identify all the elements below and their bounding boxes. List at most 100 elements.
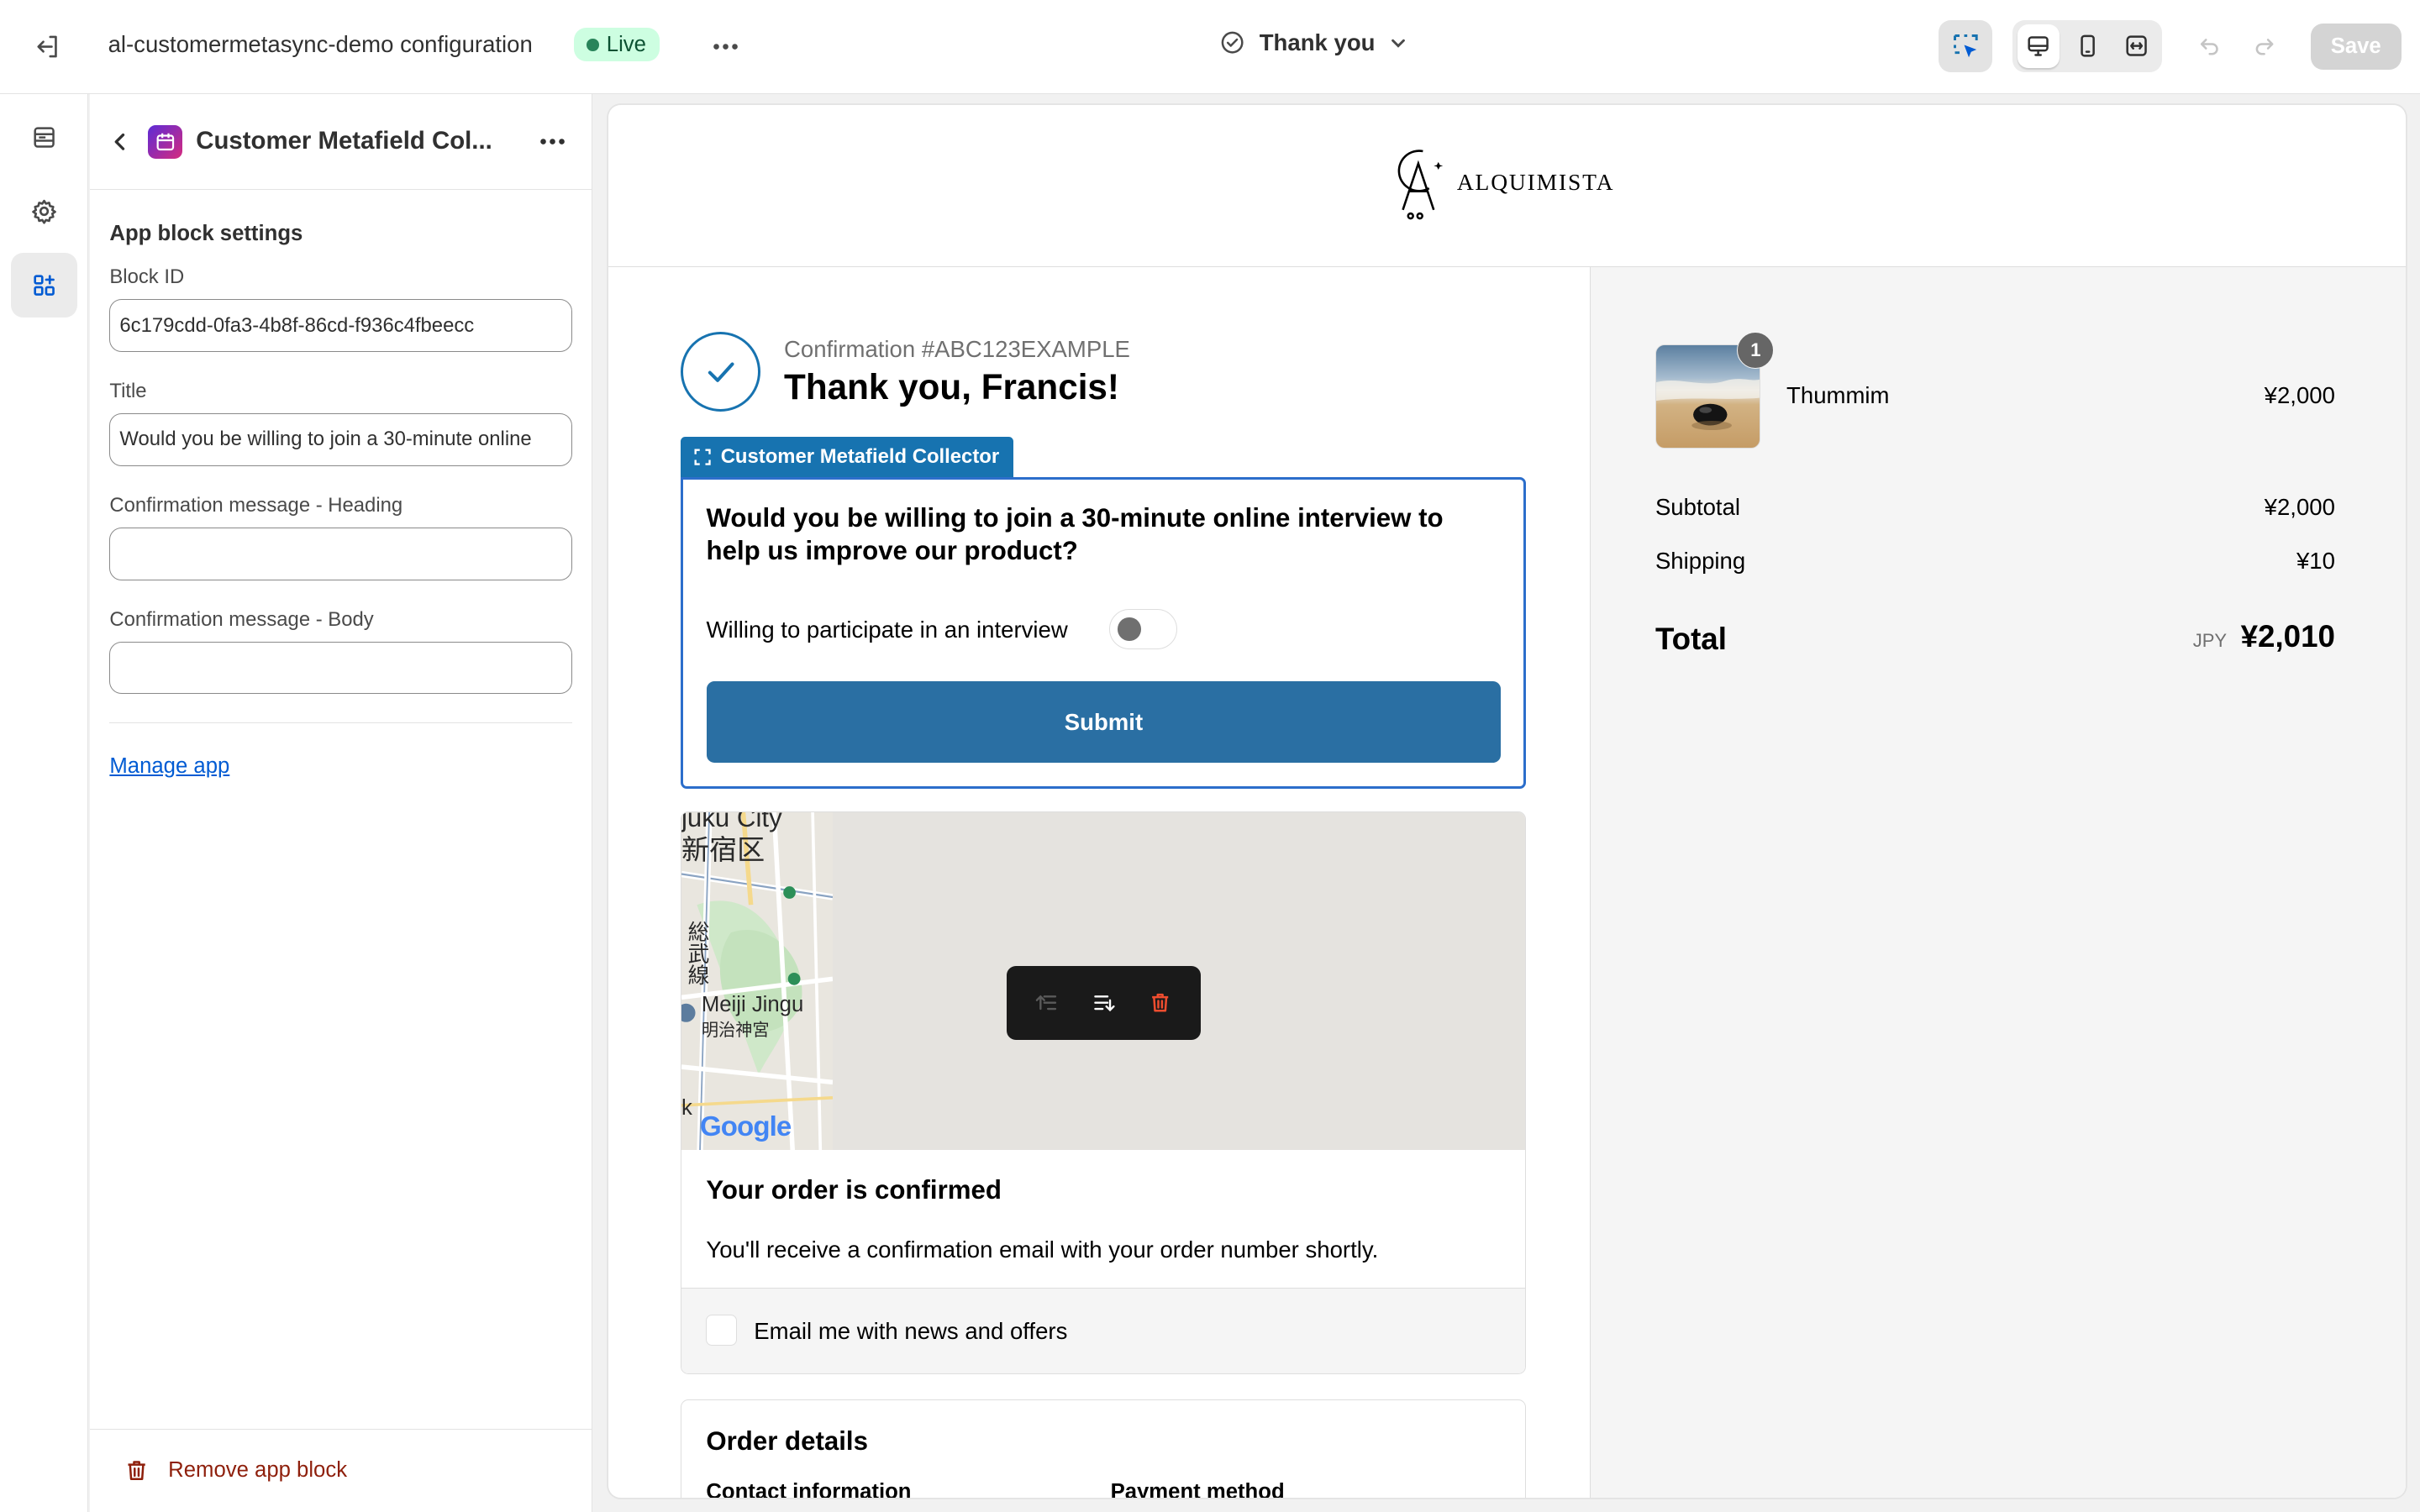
panel-title: Customer Metafield Col... — [196, 126, 492, 155]
map-label-place: Meiji Jingu — [701, 992, 804, 1016]
product-price: ¥2,000 — [2264, 382, 2335, 409]
newsletter-checkbox[interactable] — [706, 1315, 738, 1346]
interview-toggle[interactable] — [1108, 608, 1177, 649]
settings-panel: Customer Metafield Col... App block sett… — [89, 94, 593, 1512]
alquimista-logo-icon — [1397, 150, 1444, 220]
customer-metafield-collector-block[interactable]: Would you be willing to join a 30-minute… — [680, 476, 1527, 789]
heading-label: Confirmation message - Heading — [109, 493, 403, 517]
top-bar: al-customermetasync-demo configuration L… — [0, 0, 2420, 95]
total-label: Total — [1655, 622, 1727, 657]
theme-settings-nav-button[interactable] — [11, 179, 77, 244]
map-label-place-jp: 明治神宮 — [701, 1021, 770, 1040]
quantity-badge: 1 — [1737, 331, 1775, 369]
payment-method-heading: Payment method — [1110, 1480, 1285, 1499]
navigation-rail — [0, 94, 88, 1512]
body-label: Confirmation message - Body — [109, 607, 374, 631]
more-options-icon[interactable] — [534, 125, 571, 159]
mobile-view-button[interactable] — [2066, 24, 2109, 67]
remove-app-block-button[interactable]: Remove app block — [124, 1457, 347, 1483]
more-actions-icon[interactable] — [704, 28, 747, 65]
newsletter-label: Email me with news and offers — [754, 1317, 1068, 1344]
gear-icon — [31, 199, 56, 224]
divider — [109, 722, 573, 724]
app-logo-icon — [148, 124, 182, 160]
desktop-view-button[interactable] — [2017, 24, 2060, 68]
title-label: Title — [109, 379, 147, 402]
selected-block-tag-label: Customer Metafield Collector — [720, 444, 1000, 468]
apps-nav-button[interactable] — [10, 253, 77, 318]
order-details-heading: Order details — [706, 1426, 868, 1457]
apps-icon — [34, 275, 55, 297]
desktop-icon — [2028, 36, 2049, 57]
panel-header: Customer Metafield Col... — [89, 94, 593, 190]
move-up-icon[interactable] — [1034, 990, 1059, 1015]
total-amount: JPY ¥2,010 — [2193, 619, 2335, 654]
currency-code: JPY — [2192, 629, 2228, 651]
brand-name: ALQUIMISTA — [1456, 168, 1615, 195]
map-label-ward: 新宿区 — [681, 835, 765, 867]
subtotal-label: Subtotal — [1655, 493, 1741, 520]
map-label-line: 総武線 — [684, 920, 708, 985]
order-status-main: Confirmation #ABC123EXAMPLE Thank you, F… — [608, 267, 1590, 1499]
move-down-icon[interactable] — [1092, 990, 1116, 1015]
device-switcher — [2012, 19, 2163, 73]
newsletter-row: Email me with news and offers — [681, 1287, 1526, 1374]
live-dot-icon — [586, 38, 599, 51]
body-input[interactable] — [109, 642, 573, 695]
title-input[interactable]: Would you be willing to join a 30-minute… — [109, 413, 573, 466]
subtotal-value: ¥2,000 — [2264, 493, 2335, 520]
shipping-label: Shipping — [1655, 548, 1746, 574]
delete-block-icon[interactable] — [1148, 990, 1172, 1015]
remove-app-block-label: Remove app block — [168, 1457, 348, 1482]
total-value: ¥2,010 — [2240, 618, 2335, 654]
shipping-value: ¥10 — [2296, 548, 2335, 574]
order-confirmed-heading: Your order is confirmed — [706, 1174, 1002, 1205]
block-select-icon — [694, 449, 712, 465]
block-id-label: Block ID — [109, 265, 185, 288]
manage-app-link[interactable]: Manage app — [109, 754, 229, 779]
check-circle-icon — [1221, 31, 1244, 54]
google-attribution: Google — [700, 1111, 792, 1143]
inspector-toggle-button[interactable] — [1938, 19, 1993, 73]
full-width-icon — [2126, 35, 2147, 57]
chevron-down-icon — [1392, 39, 1405, 48]
exit-icon[interactable] — [28, 26, 68, 66]
shop-header: ALQUIMISTA — [608, 105, 2407, 267]
section-heading: App block settings — [109, 222, 303, 246]
order-details-card: Order details Contact information Paymen… — [680, 1399, 1527, 1499]
order-summary: 1 Thummim ¥2,000 Subtotal ¥2,000 Shippin… — [1589, 266, 2407, 1499]
interview-toggle-label: Willing to participate in an interview — [706, 616, 1068, 643]
sections-nav-button[interactable] — [11, 105, 77, 170]
toggle-knob — [1118, 617, 1141, 641]
selected-block-tag[interactable]: Customer Metafield Collector — [680, 436, 1013, 477]
heading-input[interactable] — [109, 528, 573, 580]
redo-icon[interactable] — [2249, 31, 2280, 62]
back-arrow-icon[interactable] — [105, 127, 136, 158]
configuration-title: al-customermetasync-demo configuration — [108, 30, 533, 57]
editor-app: al-customermetasync-demo configuration L… — [0, 0, 2420, 1512]
template-selector[interactable]: Thank you — [1219, 29, 1407, 56]
confirmation-number: Confirmation #ABC123EXAMPLE — [784, 336, 1130, 363]
preview-canvas: ALQUIMISTA Confirmation #ABC123EXAMPLE T… — [608, 104, 2407, 1499]
thank-you-heading: Thank you, Francis! — [784, 367, 1119, 407]
live-badge-label: Live — [606, 32, 646, 56]
trash-icon — [128, 1461, 145, 1480]
order-confirmed-body: You'll receive a confirmation email with… — [706, 1236, 1379, 1263]
map-label-k: k — [681, 1096, 692, 1121]
undo-icon[interactable] — [2195, 31, 2226, 62]
interview-question: Would you be willing to join a 30-minute… — [706, 503, 1444, 565]
submit-button[interactable]: Submit — [706, 681, 1502, 764]
panel-footer: Remove app block — [89, 1428, 593, 1512]
template-name: Thank you — [1259, 29, 1376, 55]
order-confirmed-card: juku City 新宿区 総武線 Meiji Jingu 明治神宮 k Goo… — [680, 811, 1527, 1375]
confirmation-check-icon — [680, 331, 761, 412]
mobile-icon — [2080, 35, 2095, 58]
block-toolbar — [1006, 965, 1201, 1040]
shop-logo: ALQUIMISTA — [1389, 142, 1614, 223]
live-badge: Live — [574, 28, 660, 62]
map-tiles: juku City 新宿区 総武線 Meiji Jingu 明治神宮 k Goo… — [681, 812, 833, 1151]
save-button[interactable]: Save — [2310, 23, 2402, 70]
fullscreen-view-button[interactable] — [2115, 24, 2158, 67]
block-id-input[interactable]: 6c179cdd-0fa3-4b8f-86cd-f936c4fbeecc — [109, 299, 573, 352]
sections-icon — [34, 127, 55, 148]
